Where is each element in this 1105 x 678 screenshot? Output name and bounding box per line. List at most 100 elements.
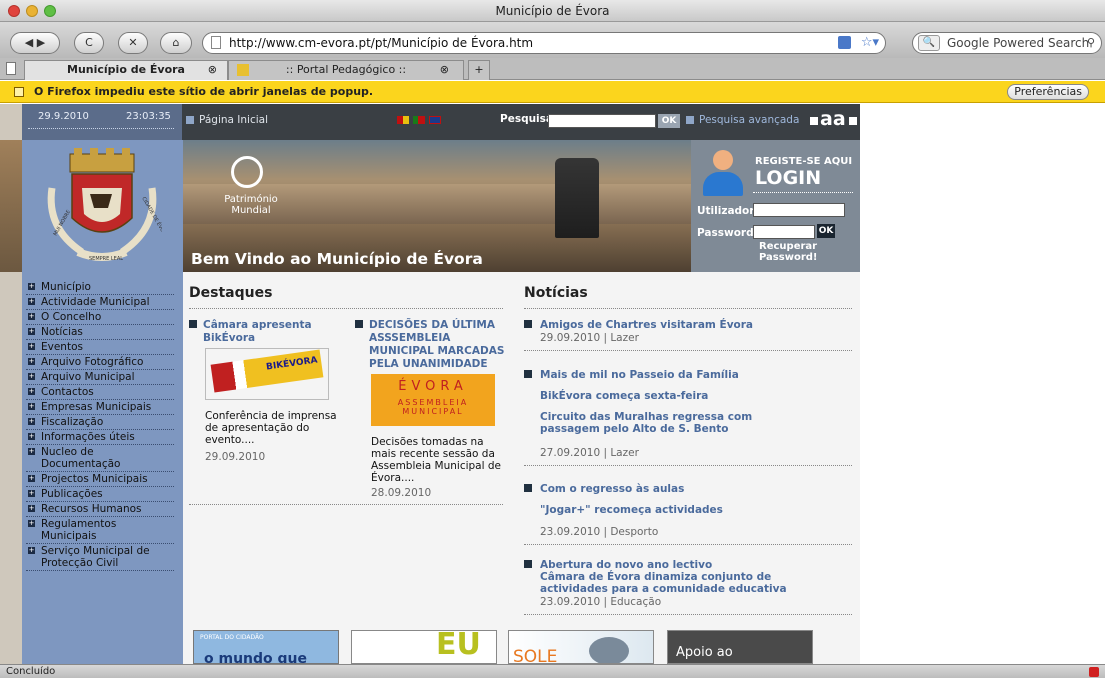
news-title: Abertura do novo ano lectivo	[540, 559, 713, 571]
news-divider	[524, 465, 852, 466]
mouse-icon	[589, 637, 629, 663]
sidebar-menu-item[interactable]: + Empresas Municipais	[26, 400, 174, 415]
home-link[interactable]: Página Inicial	[186, 114, 268, 126]
preferences-button[interactable]: Preferências	[1007, 84, 1089, 100]
destaques-bottom-divider	[189, 504, 503, 505]
sidebar-menu-label: Projectos Municipais	[41, 473, 148, 485]
destaque-text: Decisões tomadas na mais recente sessão …	[371, 436, 501, 484]
bookmark-star-icon[interactable]: ☆▾	[861, 33, 879, 53]
news-sublink[interactable]: "Jogar+" recomeça actividades	[524, 504, 852, 516]
register-link[interactable]: REGISTE-SE AQUI	[755, 156, 852, 167]
bottom-banner-sole[interactable]: SOLE	[508, 630, 654, 664]
site-search-input[interactable]	[548, 114, 656, 128]
bottom-banner-eu[interactable]: EU	[351, 630, 497, 664]
font-size-text[interactable]: aa	[820, 108, 846, 130]
search-input[interactable]: 🔍 Google Powered Search ⚲	[912, 32, 1102, 54]
sidebar-menu-item[interactable]: + Município	[26, 280, 174, 295]
plus-bullet-icon: +	[28, 312, 35, 320]
flag-pt-icon[interactable]	[397, 116, 409, 124]
minimize-window-button[interactable]	[26, 5, 38, 17]
sidebar-menu-item[interactable]: + Publicações	[26, 487, 174, 502]
news-sublink[interactable]: Circuito das Muralhas regressa com passa…	[524, 411, 754, 435]
bottom-banner-apoio[interactable]: Apoio ao	[667, 630, 813, 664]
sidebar-menu-label: Informações úteis	[41, 431, 135, 443]
news-sublink[interactable]: Câmara de Évora dinamiza conjunto de act…	[524, 571, 834, 595]
password-input[interactable]	[753, 225, 815, 239]
sidebar-menu-label: Empresas Municipais	[41, 401, 152, 413]
sidebar: MUI NOBRE CIDADE DE ÉVORA SEMPRE LEAL + M…	[22, 140, 183, 664]
plus-bullet-icon: +	[28, 372, 35, 380]
back-forward-button[interactable]: ◀ ▶	[10, 32, 60, 54]
sidebar-menu-item[interactable]: + Regulamentos Municipais	[26, 517, 174, 544]
sidebar-menu-item[interactable]: + Nucleo de Documentação	[26, 445, 174, 472]
assembleia-image[interactable]: ÉVORA ASSEMBLEIA MUNICIPAL	[371, 374, 495, 426]
site-page: 29.9.2010 23:03:35 Página Inicial Pesqui…	[22, 104, 860, 664]
tab-close-icon[interactable]: ⊗	[208, 61, 217, 79]
tab-municipio[interactable]: Município de Évora ⊗	[24, 60, 228, 80]
sidebar-menu-label: Publicações	[41, 488, 103, 500]
user-input[interactable]	[753, 203, 845, 217]
close-window-button[interactable]	[8, 5, 20, 17]
advanced-search-link[interactable]: Pesquisa avançada	[686, 114, 799, 126]
destaques-divider	[189, 308, 503, 309]
sidebar-menu-item[interactable]: + Informações úteis	[26, 430, 174, 445]
search-engine-icon[interactable]: 🔍	[918, 35, 940, 51]
site-search-ok-button[interactable]: OK	[658, 114, 680, 128]
noticias-heading: Notícias	[524, 285, 588, 301]
news-title-link[interactable]: Mais de mil no Passeio da Família	[524, 368, 852, 381]
tab-close-icon[interactable]: ⊗	[440, 61, 449, 79]
bullet-icon	[355, 320, 363, 328]
search-label: Pesquisa	[500, 113, 553, 125]
plus-bullet-icon: +	[28, 402, 35, 410]
login-ok-button[interactable]: OK	[817, 224, 835, 238]
flag-pt2-icon[interactable]	[413, 116, 425, 124]
sidebar-menu-label: Eventos	[41, 341, 83, 353]
zoom-window-button[interactable]	[44, 5, 56, 17]
sidebar-menu-item[interactable]: + Serviço Municipal de Protecção Civil	[26, 544, 174, 571]
bikevora-image[interactable]: BIKÉVORA	[205, 348, 329, 400]
popup-blocked-text: O Firefox impediu este sítio de abrir ja…	[34, 85, 374, 98]
home-button[interactable]: ⌂	[160, 32, 192, 54]
sidebar-menu-item[interactable]: + Fiscalização	[26, 415, 174, 430]
sidebar-menu-item[interactable]: + Recursos Humanos	[26, 502, 174, 517]
news-title-link[interactable]: Amigos de Chartres visitaram Évora	[524, 318, 852, 331]
stop-button[interactable]: ✕	[118, 32, 148, 54]
bottom-banner-portal[interactable]: PORTAL DO CIDADÃO o mundo que	[193, 630, 339, 664]
user-label: Utilizador	[697, 205, 755, 217]
sidebar-menu-item[interactable]: + Contactos	[26, 385, 174, 400]
flag-uk-icon[interactable]	[429, 116, 441, 124]
url-bar[interactable]: http://www.cm-evora.pt/pt/Município de É…	[202, 32, 886, 54]
tab-portal-pedagogico[interactable]: :: Portal Pedagógico :: ⊗	[228, 60, 464, 80]
sidebar-menu-item[interactable]: + O Concelho	[26, 310, 174, 325]
bottom-banner-eu-text: EU	[436, 630, 481, 662]
font-decrease-icon[interactable]	[810, 117, 818, 125]
new-tab-button[interactable]: +	[468, 60, 490, 80]
sidebar-menu-item[interactable]: + Eventos	[26, 340, 174, 355]
destaque-title-link[interactable]: DECISÕES DA ÚLTIMA ASSSEMBLEIA MUNICIPAL…	[355, 318, 505, 370]
noticias-divider	[524, 308, 852, 309]
crest-motto-bottom: SEMPRE LEAL	[89, 256, 123, 262]
rss-icon[interactable]	[838, 36, 851, 49]
home-link-label: Página Inicial	[199, 114, 269, 126]
reload-button[interactable]: C	[74, 32, 104, 54]
news-sublink[interactable]: BikÉvora começa sexta-feira	[524, 390, 852, 402]
window-titlebar: Município de Évora	[0, 0, 1105, 22]
bullet-icon	[186, 116, 194, 124]
sidebar-menu-item[interactable]: + Notícias	[26, 325, 174, 340]
sidebar-menu-item[interactable]: + Actividade Municipal	[26, 295, 174, 310]
welcome-banner: Património Mundial Bem Vindo ao Municípi…	[183, 140, 691, 272]
sidebar-menu-label: Arquivo Municipal	[41, 371, 135, 383]
sidebar-menu-item[interactable]: + Arquivo Fotográfico	[26, 355, 174, 370]
destaque-date: 29.09.2010	[205, 451, 266, 463]
plus-bullet-icon: +	[28, 342, 35, 350]
sidebar-menu-item[interactable]: + Arquivo Municipal	[26, 370, 174, 385]
password-label: Password	[697, 227, 754, 239]
recover-password-link[interactable]: Recuperar Password!	[759, 241, 860, 263]
news-title-link[interactable]: Abertura do novo ano lectivo	[524, 558, 852, 571]
sidebar-menu-item[interactable]: + Projectos Municipais	[26, 472, 174, 487]
news-title-link[interactable]: Com o regresso às aulas	[524, 482, 852, 495]
font-increase-icon[interactable]	[849, 117, 857, 125]
destaque-title-link[interactable]: Câmara apresenta BikÉvora	[189, 318, 345, 344]
plus-bullet-icon: +	[28, 546, 35, 554]
search-icon[interactable]: ⚲	[1087, 33, 1095, 53]
